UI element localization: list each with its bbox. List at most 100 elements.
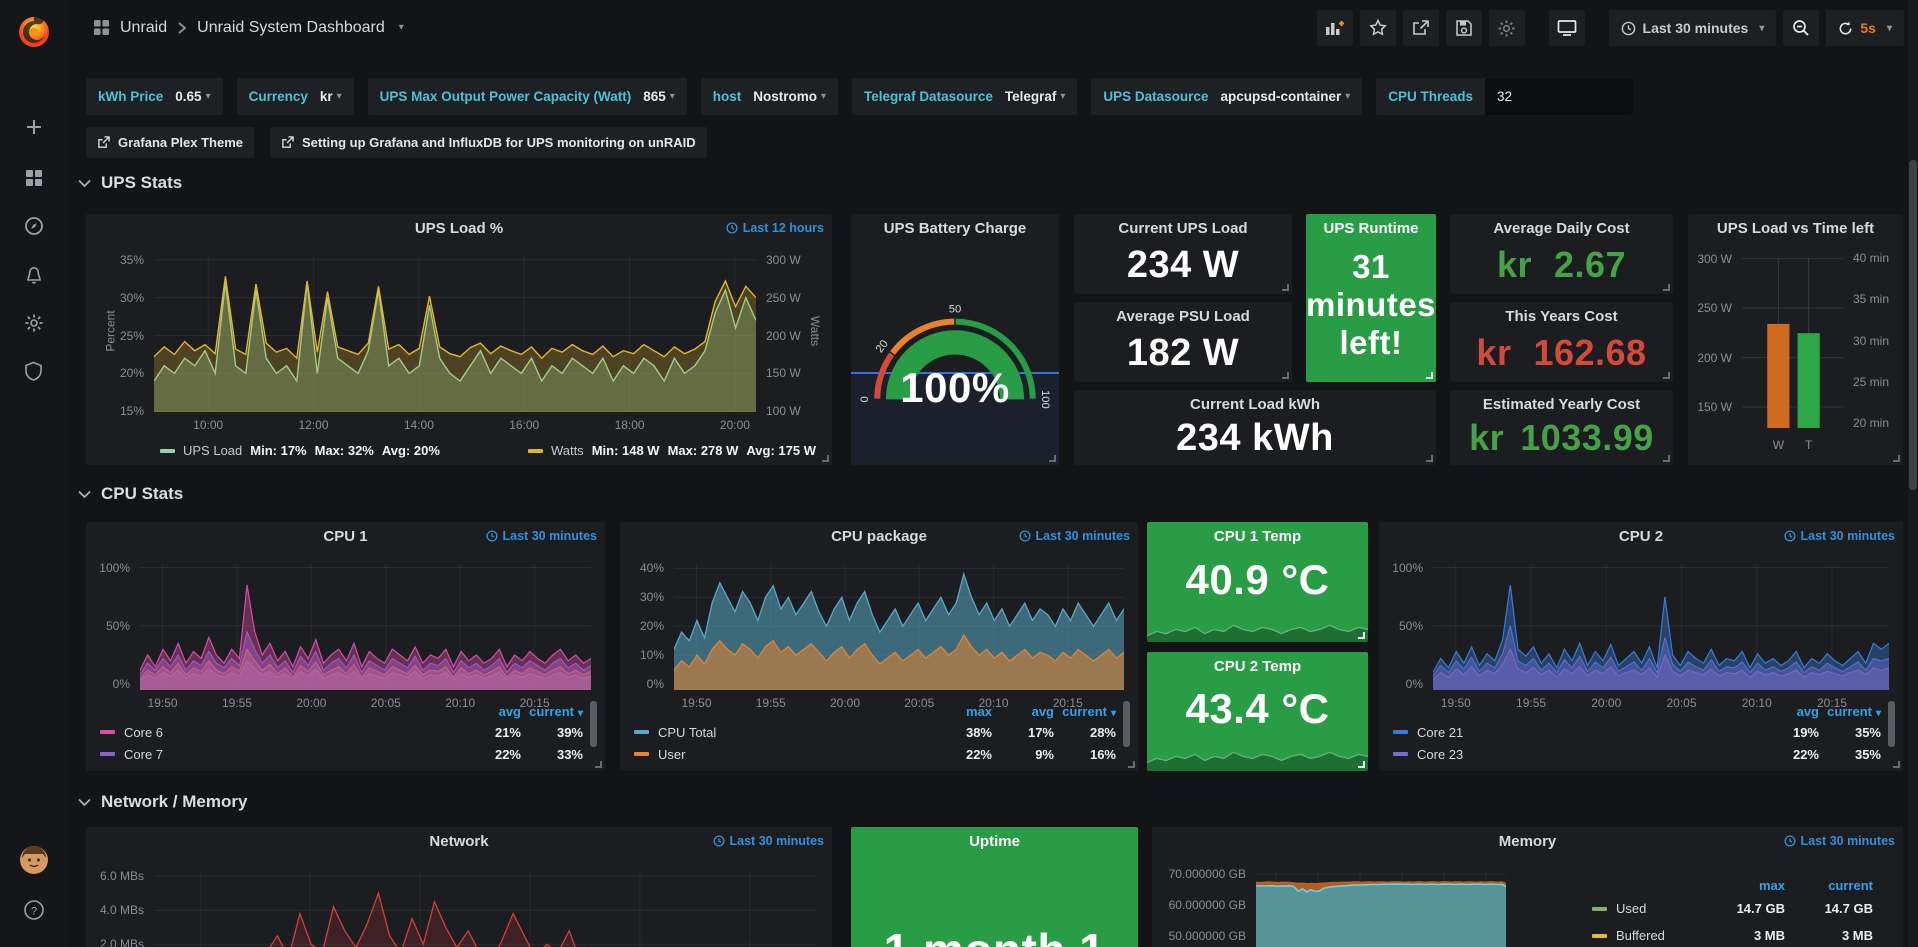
time-range-picker[interactable]: Last 30 minutes ▾ xyxy=(1609,10,1777,46)
clock-icon xyxy=(1019,530,1031,542)
memory-chart[interactable]: 70.000000 GB60.000000 GB50.000000 GB 19:… xyxy=(1256,871,1506,947)
legend-row[interactable]: Core 23 22% 35% xyxy=(1393,743,1881,765)
legend-row[interactable]: User 22% 9% 16% xyxy=(634,743,1116,765)
star-button[interactable] xyxy=(1360,10,1396,46)
caret-down-icon: ▾ xyxy=(337,91,342,102)
panel-time-link[interactable]: Last 30 minutes xyxy=(1784,834,1895,848)
resize-handle[interactable] xyxy=(1358,761,1365,768)
legend-header[interactable]: avg xyxy=(1757,704,1819,719)
cpu1-chart[interactable]: 100%50%0% 19:5019:5520:0020:0520:1020:15 xyxy=(140,564,591,690)
network-chart[interactable]: 6.0 MBs4.0 MBs2.0 MBs 19:5019:5520:0020:… xyxy=(154,871,816,947)
save-button[interactable] xyxy=(1446,10,1482,46)
chart-plot[interactable] xyxy=(1742,258,1843,432)
panel-time-link[interactable]: Last 30 minutes xyxy=(713,834,824,848)
refresh-picker[interactable]: 5s ▾ xyxy=(1826,10,1904,46)
panel-time-link[interactable]: Last 30 minutes xyxy=(1784,529,1895,543)
scrollbar-thumb[interactable] xyxy=(1909,160,1917,490)
resize-handle[interactable] xyxy=(1663,455,1670,462)
resize-handle[interactable] xyxy=(1426,372,1433,379)
variable-host[interactable]: host Nostromo ▾ xyxy=(701,78,838,115)
legend-header-sort[interactable]: current▾ xyxy=(1054,704,1116,719)
variable-ups-datasource[interactable]: UPS Datasource apcupsd-container ▾ xyxy=(1091,78,1362,115)
chart-plot[interactable] xyxy=(674,564,1124,690)
panel-title[interactable]: UPS Battery Charge xyxy=(851,214,1059,244)
legend-scrollbar[interactable] xyxy=(1123,701,1130,747)
chart-plot[interactable] xyxy=(1256,871,1506,947)
alerting-bell-icon[interactable] xyxy=(0,255,67,295)
explore-compass-icon[interactable] xyxy=(0,206,67,246)
cpu-package-chart[interactable]: 40%30%20%10%0% 19:5019:5520:0020:0520:10… xyxy=(674,564,1124,690)
legend-header[interactable]: avg xyxy=(459,704,521,719)
resize-handle[interactable] xyxy=(1893,455,1900,462)
variable-ups-max-output[interactable]: UPS Max Output Power Capacity (Watt) 865… xyxy=(368,78,687,115)
configuration-gear-icon[interactable] xyxy=(0,303,67,343)
legend-header-sort[interactable]: current▾ xyxy=(1819,704,1881,719)
chart-plot[interactable] xyxy=(140,564,591,690)
legend-row[interactable]: Core 21 19% 35% xyxy=(1393,721,1881,743)
variable-currency[interactable]: Currency kr ▾ xyxy=(237,78,354,115)
panel-title[interactable]: UPS Load % xyxy=(86,214,832,244)
link-grafana-plex-theme[interactable]: Grafana Plex Theme xyxy=(86,127,254,158)
chart-plot[interactable] xyxy=(1433,564,1889,690)
zoom-out-button[interactable] xyxy=(1783,10,1819,46)
cpu2-chart[interactable]: 100%50%0% 19:5019:5520:0020:0520:1020:15 xyxy=(1433,564,1889,690)
dashboards-grid-icon[interactable] xyxy=(93,19,110,36)
section-ups-stats[interactable]: UPS Stats xyxy=(78,173,182,193)
section-cpu-stats[interactable]: CPU Stats xyxy=(78,484,183,504)
legend-header-sort[interactable]: current▾ xyxy=(521,704,583,719)
section-network-memory[interactable]: Network / Memory xyxy=(78,792,247,812)
legend-item-watts[interactable]: Watts Min: 148 W Max: 278 W Avg: 175 W xyxy=(528,443,816,458)
legend-row[interactable]: CPU Total 38% 17% 28% xyxy=(634,721,1116,743)
create-plus-icon[interactable] xyxy=(0,107,67,147)
resize-handle[interactable] xyxy=(1663,284,1670,291)
legend-row[interactable]: Core 7 22% 33% xyxy=(100,743,583,765)
legend-scrollbar[interactable] xyxy=(590,701,597,747)
resize-handle[interactable] xyxy=(1282,372,1289,379)
chart-plot[interactable] xyxy=(154,256,756,412)
resize-handle[interactable] xyxy=(1128,761,1135,768)
panel-cpu2-temp: CPU 2 Temp 43.4 °C xyxy=(1147,652,1368,771)
ups-load-chart[interactable]: 35%30%25%20%15% 300 W250 W200 W150 W100 … xyxy=(154,256,756,412)
legend-row[interactable]: Core 6 21% 39% xyxy=(100,721,583,743)
page-scrollbar[interactable] xyxy=(1908,0,1918,947)
share-button[interactable] xyxy=(1403,10,1439,46)
add-panel-button[interactable] xyxy=(1317,10,1353,46)
resize-handle[interactable] xyxy=(822,455,829,462)
legend-row[interactable]: Used 14.7 GB 14.7 GB xyxy=(1592,895,1873,922)
page-title[interactable]: Unraid System Dashboard xyxy=(197,19,385,37)
grafana-logo[interactable] xyxy=(0,8,67,56)
legend-item-ups-load[interactable]: UPS Load Min: 17% Max: 32% Avg: 20% xyxy=(160,443,440,458)
variable-kwh-price[interactable]: kWh Price 0.65 ▾ xyxy=(86,78,223,115)
resize-handle[interactable] xyxy=(1893,761,1900,768)
settings-gear-button[interactable] xyxy=(1489,10,1525,46)
breadcrumb-app[interactable]: Unraid xyxy=(120,19,167,37)
legend-swatch xyxy=(1592,934,1607,938)
admin-shield-icon[interactable] xyxy=(0,351,67,391)
user-avatar[interactable] xyxy=(0,840,67,880)
help-icon[interactable]: ? xyxy=(0,890,67,930)
legend-scrollbar[interactable] xyxy=(1888,701,1895,747)
resize-handle[interactable] xyxy=(1282,284,1289,291)
panel-time-link[interactable]: Last 30 minutes xyxy=(1019,529,1130,543)
resize-handle[interactable] xyxy=(1049,455,1056,462)
panel-time-link[interactable]: Last 30 minutes xyxy=(486,529,597,543)
cpu-threads-input[interactable]: 32 xyxy=(1485,78,1633,115)
cycle-view-tv-button[interactable] xyxy=(1549,10,1585,46)
legend-header[interactable]: current xyxy=(1785,878,1873,893)
panel-time-link[interactable]: Last 12 hours xyxy=(726,221,824,235)
resize-handle[interactable] xyxy=(595,761,602,768)
legend-header[interactable]: avg xyxy=(992,704,1054,719)
chart-plot[interactable] xyxy=(154,871,816,947)
title-caret-icon[interactable]: ▾ xyxy=(399,22,404,33)
resize-handle[interactable] xyxy=(1663,372,1670,379)
variable-telegraf-datasource[interactable]: Telegraf Datasource Telegraf ▾ xyxy=(852,78,1077,115)
resize-handle[interactable] xyxy=(1358,632,1365,639)
legend-header[interactable]: max xyxy=(1697,878,1785,893)
resize-handle[interactable] xyxy=(1426,455,1433,462)
external-link-icon xyxy=(97,136,110,149)
dashboards-icon[interactable] xyxy=(0,158,67,198)
ups-bars-chart[interactable]: 300 W250 W200 W150 W 40 min35 min30 min2… xyxy=(1742,258,1843,432)
link-ups-monitoring-guide[interactable]: Setting up Grafana and InfluxDB for UPS … xyxy=(270,127,707,158)
legend-header[interactable]: max xyxy=(930,704,992,719)
legend-row[interactable]: Buffered 3 MB 3 MB xyxy=(1592,922,1873,947)
